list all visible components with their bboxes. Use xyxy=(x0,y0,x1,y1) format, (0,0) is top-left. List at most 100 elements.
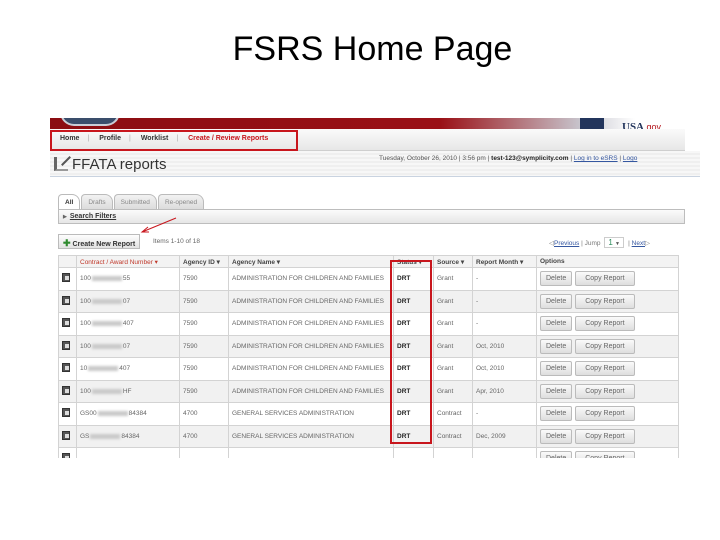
edit-icon[interactable] xyxy=(62,453,70,458)
options: DeleteCopy Report xyxy=(536,334,679,358)
award-number[interactable]: 100 07 xyxy=(76,289,180,313)
agency-name: ADMINISTRATION FOR CHILDREN AND FAMILIES xyxy=(228,357,394,381)
table-row: 100 HF 7590 ADMINISTRATION FOR CHILDREN AND… xyxy=(58,379,679,403)
award-number[interactable]: 100 55 xyxy=(76,267,180,291)
source: Grant xyxy=(433,267,473,291)
report-month xyxy=(472,447,537,458)
page-title: FFATA reports xyxy=(72,156,167,173)
edit-cell xyxy=(58,357,77,381)
edit-icon[interactable] xyxy=(62,385,70,395)
col-agency-id[interactable]: Agency ID ▾ xyxy=(179,255,229,268)
search-filters-link[interactable]: Search Filters xyxy=(70,213,116,220)
edit-cell xyxy=(58,312,77,336)
copy-report-button[interactable]: Copy Report xyxy=(575,451,635,458)
award-number[interactable]: 100 07 xyxy=(76,334,180,358)
delete-button[interactable]: Delete xyxy=(540,271,573,287)
table-row: 100 07 7590 ADMINISTRATION FOR CHILDREN AND… xyxy=(58,289,679,313)
agency-name xyxy=(228,447,394,458)
agency-id: 7590 xyxy=(179,312,229,336)
tab-drafts[interactable]: Drafts xyxy=(81,194,113,209)
report-month: - xyxy=(472,312,537,336)
redacted-mask xyxy=(91,298,122,304)
copy-report-button[interactable]: Copy Report xyxy=(575,271,635,287)
pager: ◁Previous | Jump 1 ▼ | Next▷ xyxy=(549,237,651,248)
nav-highlight-annotation xyxy=(50,130,298,151)
edit-icon[interactable] xyxy=(62,295,70,305)
agency-id: 7590 xyxy=(179,267,229,291)
copy-report-button[interactable]: Copy Report xyxy=(575,428,635,444)
next-arrow-icon: ▷ xyxy=(645,240,651,247)
jump-select[interactable]: 1 ▼ xyxy=(604,237,625,248)
award-number[interactable]: GS 84384 xyxy=(76,424,180,448)
tab-all[interactable]: All xyxy=(58,194,81,209)
col-agency-name[interactable]: Agency Name ▾ xyxy=(228,255,394,268)
report-month: Apr, 2010 xyxy=(472,379,537,403)
delete-button[interactable]: Delete xyxy=(540,293,573,309)
award-number[interactable]: 100 HF xyxy=(76,379,180,403)
edit-cell xyxy=(58,267,77,291)
edit-icon[interactable] xyxy=(62,340,70,350)
redacted-mask xyxy=(91,321,122,327)
award-number[interactable]: 100 407 xyxy=(76,312,180,336)
tab-reopened[interactable]: Re-opened xyxy=(157,194,205,209)
table-row: 10 407 7590 ADMINISTRATION FOR CHILDREN AND… xyxy=(58,357,679,381)
award-number[interactable] xyxy=(76,447,180,458)
edit-cell xyxy=(58,447,77,458)
col-award-number[interactable]: Contract / Award Number ▾ xyxy=(76,255,180,268)
delete-button[interactable]: Delete xyxy=(540,428,573,444)
edit-cell xyxy=(58,334,77,358)
reports-table: Contract / Award Number ▾ Agency ID ▾ Ag… xyxy=(58,255,679,458)
copy-report-button[interactable]: Copy Report xyxy=(575,406,635,422)
edit-icon[interactable] xyxy=(62,430,70,440)
delete-button[interactable]: Delete xyxy=(540,383,573,399)
source: Grant xyxy=(433,334,473,358)
login-esrs-link[interactable]: Log in to eSRS xyxy=(574,155,618,162)
copy-report-button[interactable]: Copy Report xyxy=(575,383,635,399)
next-link[interactable]: Next xyxy=(632,240,645,247)
delete-button[interactable]: Delete xyxy=(540,338,573,354)
award-number[interactable]: 10 407 xyxy=(76,357,180,381)
delete-button[interactable]: Delete xyxy=(540,316,573,332)
source: Contract xyxy=(433,402,473,426)
options: DeleteCopy Report xyxy=(536,312,679,336)
edit-icon[interactable] xyxy=(62,318,70,328)
tab-submitted[interactable]: Submitted xyxy=(113,194,157,209)
copy-report-button[interactable]: Copy Report xyxy=(575,316,635,332)
agency-id xyxy=(179,447,229,458)
logout-link[interactable]: Logo xyxy=(623,155,637,162)
edit-icon[interactable] xyxy=(62,408,70,418)
source: Contract xyxy=(433,424,473,448)
col-source[interactable]: Source ▾ xyxy=(433,255,473,268)
delete-button[interactable]: Delete xyxy=(540,451,573,458)
agency-name: ADMINISTRATION FOR CHILDREN AND FAMILIES xyxy=(228,289,394,313)
table-header-row: Contract / Award Number ▾ Agency ID ▾ Ag… xyxy=(58,255,679,268)
edit-cell xyxy=(58,424,77,448)
user-email: test-123@symplicity.com xyxy=(491,155,569,162)
table-row: 100 07 7590 ADMINISTRATION FOR CHILDREN AND… xyxy=(58,334,679,358)
col-edit xyxy=(58,255,77,268)
copy-report-button[interactable]: Copy Report xyxy=(575,338,635,354)
options: DeleteCopy Report xyxy=(536,289,679,313)
edit-cell xyxy=(58,289,77,313)
edit-icon[interactable] xyxy=(62,363,70,373)
award-number[interactable]: GS00 84384 xyxy=(76,402,180,426)
options: DeleteCopy Report xyxy=(536,267,679,291)
report-tabs: All Drafts Submitted Re-opened xyxy=(58,194,205,209)
copy-report-button[interactable]: Copy Report xyxy=(575,361,635,377)
expand-triangle-icon: ▶ xyxy=(63,214,67,220)
items-count: Items 1-10 of 18 xyxy=(153,238,200,245)
create-new-report-button[interactable]: ✚ Create New Report xyxy=(58,234,141,249)
table-row: 100 407 7590 ADMINISTRATION FOR CHILDREN AN… xyxy=(58,312,679,336)
delete-button[interactable]: Delete xyxy=(540,361,573,377)
report-month: - xyxy=(472,289,537,313)
agency-name: ADMINISTRATION FOR CHILDREN AND FAMILIES xyxy=(228,379,394,403)
col-report-month[interactable]: Report Month ▾ xyxy=(472,255,537,268)
options: DeleteCopy Report xyxy=(536,402,679,426)
report-month: Dec, 2009 xyxy=(472,424,537,448)
delete-button[interactable]: Delete xyxy=(540,406,573,422)
agency-name: ADMINISTRATION FOR CHILDREN AND FAMILIES xyxy=(228,267,394,291)
agency-name: ADMINISTRATION FOR CHILDREN AND FAMILIES xyxy=(228,312,394,336)
previous-link[interactable]: Previous xyxy=(554,240,579,247)
edit-icon[interactable] xyxy=(62,273,70,283)
copy-report-button[interactable]: Copy Report xyxy=(575,293,635,309)
